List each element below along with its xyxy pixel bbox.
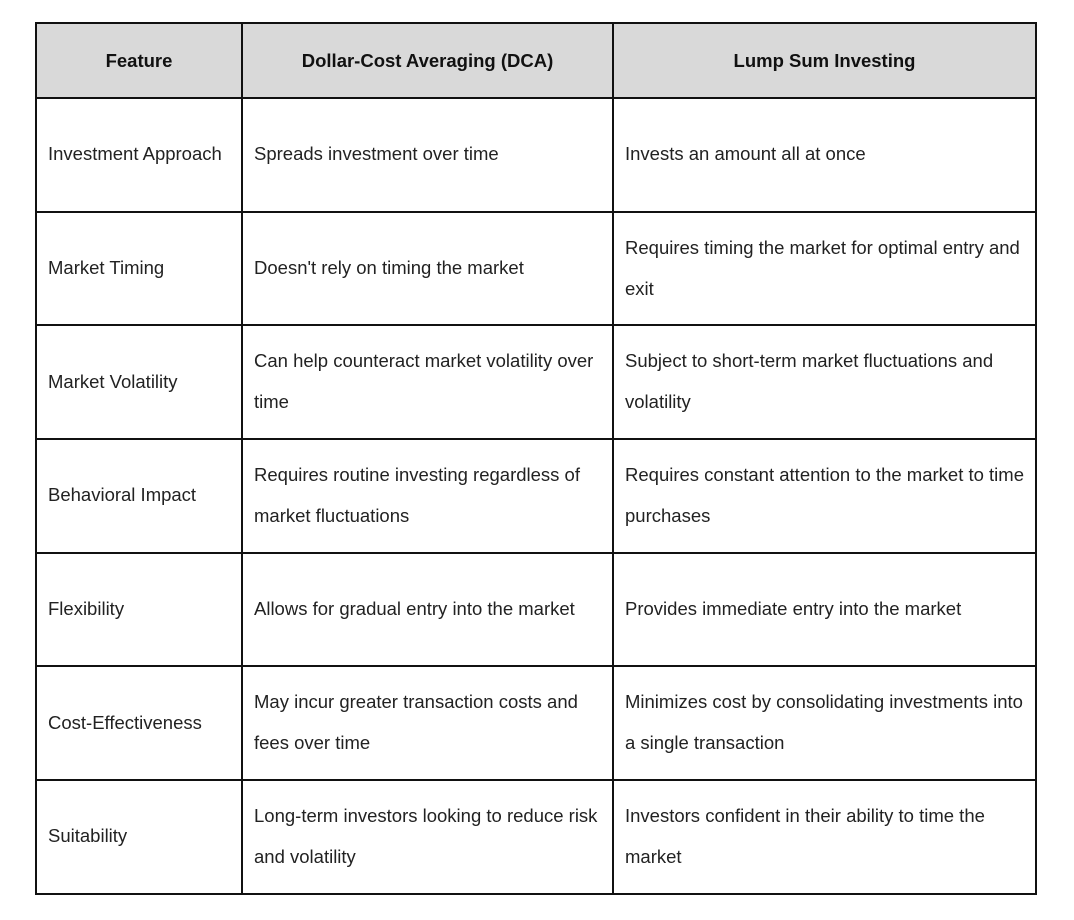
dca-cell: Requires routine investing regardless of… [241,438,614,554]
lump-sum-cell: Minimizes cost by consolidating investme… [612,665,1037,782]
dca-cell: Doesn't rely on timing the market [241,210,614,327]
table-row: Flexibility Allows for gradual entry int… [35,551,1037,668]
feature-cell: Market Volatility [35,324,243,441]
table-body: Investment Approach Spreads investment o… [35,97,1037,895]
lump-sum-cell: Provides immediate entry into the market [612,551,1037,668]
lump-sum-cell: Requires constant attention to the marke… [612,438,1037,554]
table-row: Behavioral Impact Requires routine inves… [35,438,1037,554]
table-header: Feature Dollar-Cost Averaging (DCA) Lump… [35,22,1037,99]
dca-cell: Long-term investors looking to reduce ri… [241,779,614,895]
dca-cell: Spreads investment over time [241,97,614,213]
table-row: Market Timing Doesn't rely on timing the… [35,210,1037,327]
feature-cell: Market Timing [35,210,243,327]
header-dca: Dollar-Cost Averaging (DCA) [241,22,614,99]
feature-cell: Suitability [35,779,243,895]
dca-cell: Allows for gradual entry into the market [241,551,614,668]
table-row: Investment Approach Spreads investment o… [35,97,1037,213]
feature-cell: Cost-Effectiveness [35,665,243,782]
header-lump-sum: Lump Sum Investing [612,22,1037,99]
comparison-table: Feature Dollar-Cost Averaging (DCA) Lump… [35,22,1037,895]
lump-sum-cell: Subject to short-term market fluctuation… [612,324,1037,441]
table-row: Cost-Effectiveness May incur greater tra… [35,665,1037,782]
lump-sum-cell: Investors confident in their ability to … [612,779,1037,895]
header-row: Feature Dollar-Cost Averaging (DCA) Lump… [35,22,1037,99]
lump-sum-cell: Requires timing the market for optimal e… [612,210,1037,327]
table-row: Market Volatility Can help counteract ma… [35,324,1037,441]
header-feature: Feature [35,22,243,99]
feature-cell: Behavioral Impact [35,438,243,554]
dca-cell: May incur greater transaction costs and … [241,665,614,782]
dca-cell: Can help counteract market volatility ov… [241,324,614,441]
feature-cell: Flexibility [35,551,243,668]
feature-cell: Investment Approach [35,97,243,213]
table-row: Suitability Long-term investors looking … [35,779,1037,895]
lump-sum-cell: Invests an amount all at once [612,97,1037,213]
